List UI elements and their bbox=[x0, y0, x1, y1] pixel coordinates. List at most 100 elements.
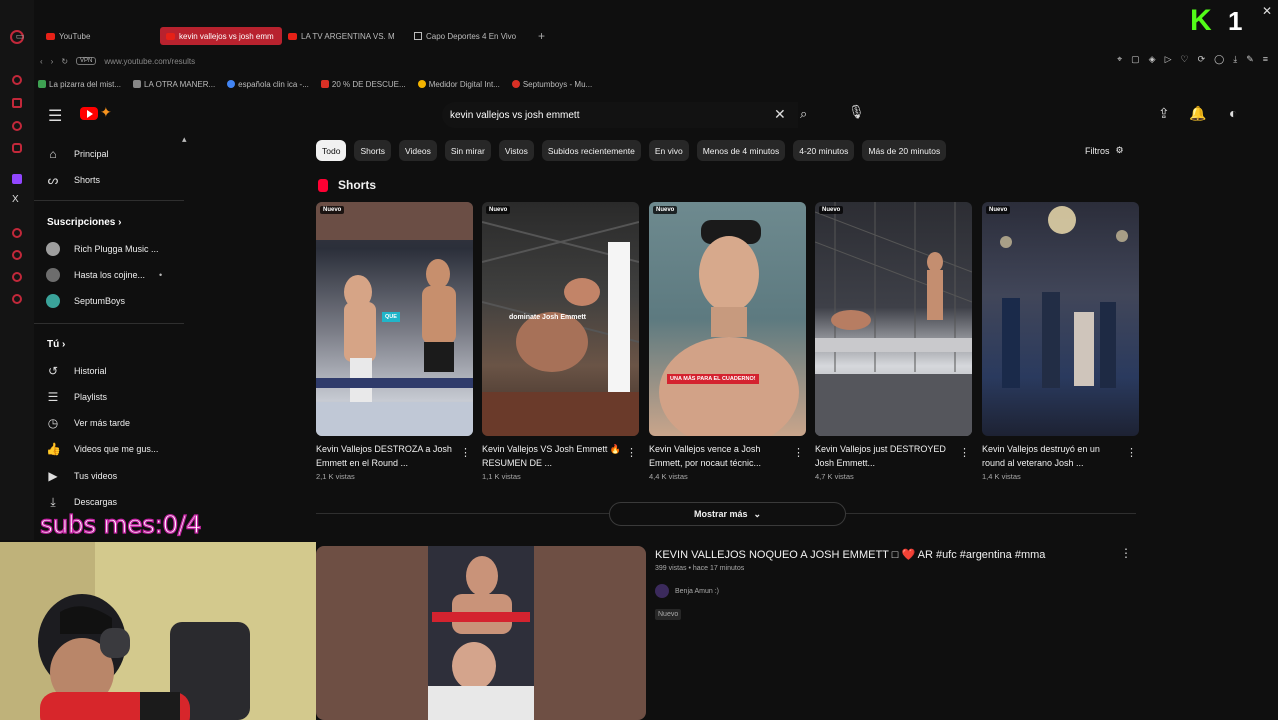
hamburger-menu-icon[interactable]: ☰ bbox=[48, 106, 62, 126]
forward-icon[interactable]: › bbox=[51, 57, 54, 66]
short-thumbnail[interactable]: Nuevo UNA MÁS PARA EL CUADERNO! bbox=[649, 202, 806, 436]
short-title[interactable]: Kevin Vallejos vence a Josh Emmett, por … bbox=[649, 442, 789, 470]
sidebar-item-watch-later[interactable]: ◷ Ver más tarde bbox=[46, 411, 130, 435]
sidebar-item-principal[interactable]: ⌂ Principal bbox=[46, 142, 108, 166]
sidebar-item-channel[interactable]: SeptumBoys bbox=[46, 289, 125, 313]
reload-icon[interactable]: ↻ bbox=[61, 57, 68, 66]
sync-icon[interactable]: ⟳ bbox=[1198, 54, 1206, 65]
short-thumbnail[interactable]: Nuevo QUE bbox=[316, 202, 473, 436]
menu-icon[interactable]: ≡ bbox=[1263, 54, 1268, 65]
avatar[interactable]: ◐ bbox=[1229, 105, 1237, 121]
show-more-button[interactable]: Mostrar más ⌄ bbox=[609, 502, 846, 526]
short-thumbnail[interactable]: Nuevo bbox=[982, 202, 1139, 436]
cube-rail-icon[interactable] bbox=[12, 272, 22, 282]
chip-shorts[interactable]: Shorts bbox=[354, 140, 392, 161]
history-rail-icon[interactable] bbox=[12, 75, 22, 85]
more-options-icon[interactable]: ⋮ bbox=[626, 446, 637, 459]
bookmark[interactable]: Medidor Digital Int... bbox=[417, 79, 500, 89]
pin-icon[interactable]: ⌖ bbox=[1117, 54, 1122, 65]
clear-search-icon[interactable]: ✕ bbox=[774, 106, 786, 123]
sidebar-item-channel[interactable]: Hasta los cojine... • bbox=[46, 263, 162, 287]
video-title[interactable]: KEVIN VALLEJOS NOQUEO A JOSH EMMETT □ ❤️… bbox=[655, 548, 1045, 561]
chip-sin-mirar[interactable]: Sin mirar bbox=[444, 140, 491, 161]
chip-en-vivo[interactable]: En vivo bbox=[648, 140, 689, 161]
messenger-rail-icon[interactable] bbox=[12, 121, 22, 131]
avatar bbox=[46, 294, 60, 308]
sidebar-item-playlists[interactable]: ☰ Playlists bbox=[46, 385, 107, 409]
sidebar-item-channel[interactable]: Rich Plugga Music ... bbox=[46, 237, 159, 261]
new-tab-button[interactable]: + bbox=[538, 29, 545, 43]
page-icon bbox=[414, 32, 422, 40]
bookmark[interactable]: española clin ica -... bbox=[227, 79, 309, 89]
short-card[interactable]: Nuevo Kevin Vallejos just DESTROYED Josh… bbox=[815, 202, 972, 481]
more-options-icon[interactable]: ⋮ bbox=[959, 446, 970, 459]
snapshot-icon[interactable]: ▢ bbox=[1131, 54, 1140, 65]
channel-link[interactable]: Benja Amun :) bbox=[655, 584, 719, 598]
settings-rail-icon[interactable] bbox=[12, 294, 22, 304]
workspace-icon[interactable]: ▭ bbox=[0, 31, 40, 42]
vpn-badge[interactable]: VPN bbox=[76, 57, 97, 65]
sidebar-item-shorts[interactable]: ᔕ Shorts bbox=[46, 168, 100, 192]
search-input[interactable]: kevin vallejos vs josh emmett bbox=[442, 102, 798, 128]
chip-todo[interactable]: Todo bbox=[316, 140, 347, 161]
download-icon[interactable]: ⤓ bbox=[1233, 54, 1237, 65]
chip-menos-4-minutos[interactable]: Menos de 4 minutos bbox=[696, 140, 786, 161]
more-options-icon[interactable]: ⋮ bbox=[460, 446, 471, 459]
tab-search-results[interactable]: kevin vallejos vs josh emm bbox=[160, 27, 282, 45]
subscriptions-heading[interactable]: Suscripciones › bbox=[47, 217, 121, 228]
short-thumbnail[interactable]: Nuevo bbox=[815, 202, 972, 436]
instagram-rail-icon[interactable] bbox=[12, 143, 22, 153]
url-field[interactable]: www.youtube.com/results bbox=[104, 57, 195, 66]
more-options-icon[interactable]: ⋮ bbox=[793, 446, 804, 459]
upload-icon[interactable]: ⇪ bbox=[1158, 105, 1170, 122]
notifications-bell-icon[interactable]: 🔔 bbox=[1189, 105, 1206, 122]
short-thumbnail[interactable]: Nuevo dominate Josh Emmett bbox=[482, 202, 639, 436]
sidebar-item-your-videos[interactable]: ▶ Tus videos bbox=[46, 464, 117, 488]
shield-icon[interactable]: ◈ bbox=[1149, 54, 1156, 65]
lock-rail-icon[interactable] bbox=[12, 98, 22, 108]
ai-icon[interactable]: ✎ bbox=[1246, 54, 1254, 65]
microphone-icon[interactable]: 🎙 bbox=[848, 104, 865, 120]
chip-mas-20-minutos[interactable]: Más de 20 minutos bbox=[862, 140, 947, 161]
history-icon: ↺ bbox=[47, 364, 59, 378]
x-rail-icon[interactable]: X bbox=[12, 194, 19, 205]
chip-4-20-minutos[interactable]: 4-20 minutos bbox=[793, 140, 855, 161]
bookmark[interactable]: 20 % DE DESCUE... bbox=[320, 79, 406, 89]
close-window-icon[interactable]: ✕ bbox=[1262, 4, 1272, 18]
short-card[interactable]: Nuevo dominate Josh Emmett Kevin Vallejo… bbox=[482, 202, 639, 481]
short-title[interactable]: Kevin Vallejos just DESTROYED Josh Emmet… bbox=[815, 442, 955, 470]
filters-button[interactable]: Filtros ⚙ bbox=[1085, 145, 1124, 156]
heart-icon[interactable]: ♡ bbox=[1181, 54, 1189, 65]
chevron-up-icon[interactable]: ▴ bbox=[182, 134, 187, 145]
tab-youtube[interactable]: YouTube bbox=[40, 27, 160, 45]
more-options-icon[interactable]: ⋮ bbox=[1126, 446, 1137, 459]
chip-subidos-recientemente[interactable]: Subidos recientemente bbox=[541, 140, 641, 161]
bookmark[interactable]: Septumboys - Mu... bbox=[511, 79, 592, 89]
more-options-icon[interactable]: ⋮ bbox=[1120, 546, 1132, 560]
short-card[interactable]: Nuevo Kevin Vallejos destruyó en un roun… bbox=[982, 202, 1139, 481]
youtube-logo-icon[interactable] bbox=[80, 107, 98, 120]
profile-icon[interactable]: ◯ bbox=[1214, 54, 1224, 65]
player-rail-icon[interactable] bbox=[12, 228, 22, 238]
chip-vistos[interactable]: Vistos bbox=[498, 140, 534, 161]
short-title[interactable]: Kevin Vallejos VS Josh Emmett 🔥 RESUMEN … bbox=[482, 442, 622, 470]
search-icon[interactable]: ⌕ bbox=[800, 106, 807, 122]
bookmark[interactable]: La pizarra del mist... bbox=[38, 79, 121, 89]
bookmark[interactable]: LA OTRA MANER... bbox=[133, 79, 215, 89]
tab-la-tv-argentina[interactable]: LA TV ARGENTINA VS. M bbox=[282, 27, 408, 45]
clock-rail-icon[interactable] bbox=[12, 250, 22, 260]
twitch-rail-icon[interactable] bbox=[12, 174, 22, 184]
play-icon[interactable]: ▷ bbox=[1165, 54, 1172, 65]
sidebar-item-liked-videos[interactable]: 👍 Videos que me gus... bbox=[46, 437, 158, 461]
tab-capo-deportes[interactable]: Capo Deportes 4 En Vivo bbox=[408, 27, 534, 45]
back-icon[interactable]: ‹ bbox=[40, 57, 43, 66]
you-heading[interactable]: Tú › bbox=[47, 339, 65, 350]
short-card[interactable]: Nuevo QUE Kevin Vallejos DESTROZA a Josh… bbox=[316, 202, 473, 481]
chip-videos[interactable]: Videos bbox=[399, 140, 437, 161]
sidebar-item-historial[interactable]: ↺ Historial bbox=[46, 359, 107, 383]
short-title[interactable]: Kevin Vallejos DESTROZA a Josh Emmett en… bbox=[316, 442, 456, 470]
video-thumbnail[interactable] bbox=[316, 546, 646, 720]
short-card[interactable]: Nuevo UNA MÁS PARA EL CUADERNO! Kevin Va… bbox=[649, 202, 806, 481]
short-title[interactable]: Kevin Vallejos destruyó en un round al v… bbox=[982, 442, 1122, 470]
shorts-heading-label: Shorts bbox=[338, 178, 377, 192]
